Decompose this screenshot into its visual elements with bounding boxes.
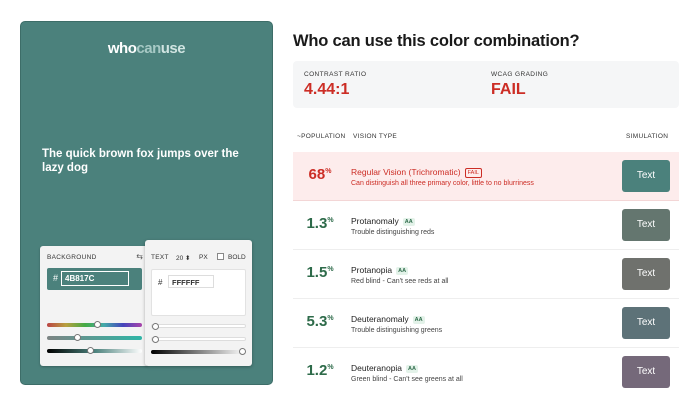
percent-value: 1.2 — [306, 362, 328, 379]
vision-name: Deuteranopia AA — [351, 363, 418, 373]
percent-value: 68 — [308, 166, 326, 183]
hash-symbol: # — [158, 278, 163, 287]
vision-row-deuteranopia: 1.2% Deuteranopia AA Green blind - Can't … — [293, 348, 679, 397]
percent-symbol: % — [325, 168, 332, 175]
vision-name: Protanopia AA — [351, 265, 409, 275]
simulation-swatch[interactable]: Text — [622, 356, 670, 388]
vision-description: Can distinguish all three primary color,… — [351, 180, 534, 187]
percent-value: 5.3 — [306, 313, 328, 330]
percent-symbol: % — [327, 266, 334, 273]
text-lightness-slider-knob[interactable] — [239, 348, 246, 355]
background-label: BACKGROUND — [47, 254, 97, 261]
simulation-swatch[interactable]: Text — [622, 258, 670, 290]
font-size-select[interactable]: 20 ⬍ — [176, 254, 190, 262]
text-color-card: TEXT 20 ⬍ PX BOLD # FFFFFF — [145, 240, 252, 366]
vision-row-deuteranomaly: 5.3% Deuteranomaly AA Trouble distinguish… — [293, 299, 679, 348]
population-column-header: ~POPULATION — [297, 133, 346, 140]
vision-type-column-header: VISION TYPE — [353, 133, 397, 140]
bold-checkbox[interactable] — [217, 253, 224, 260]
percent-symbol: % — [327, 315, 334, 322]
sample-text: The quick brown fox jumps over the lazy … — [42, 148, 239, 174]
vision-name-text: Protanomaly — [351, 216, 399, 226]
text-lightness-slider[interactable] — [151, 348, 246, 355]
text-saturation-slider[interactable] — [151, 336, 246, 343]
vision-name-text: Protanopia — [351, 265, 393, 275]
saturation-slider-knob[interactable] — [74, 334, 81, 341]
aa-badge: AA — [406, 365, 418, 373]
text-hue-slider-knob[interactable] — [152, 323, 159, 330]
vision-name: Regular Vision (Trichromatic) FAIL — [351, 167, 482, 178]
percent-symbol: % — [327, 364, 334, 371]
logo-can: can — [136, 40, 161, 57]
hash-symbol: # — [53, 273, 59, 283]
fail-badge: FAIL — [464, 168, 482, 178]
vision-name-text: Deuteranomaly — [351, 314, 409, 324]
population-percent: 1.2% — [293, 362, 347, 379]
percent-symbol: % — [327, 217, 334, 224]
text-hex-input[interactable]: FFFFFF — [168, 275, 214, 288]
vision-description: Trouble distinguishing greens — [351, 327, 443, 334]
wcag-grading-label: WCAG GRADING — [491, 71, 549, 78]
saturation-slider[interactable] — [47, 334, 142, 341]
hue-slider[interactable] — [47, 321, 142, 328]
vision-name: Protanomaly AA — [351, 216, 415, 226]
vision-row-protanopia: 1.5% Protanopia AA Red blind - Can't see … — [293, 250, 679, 299]
logo-who: who — [107, 40, 137, 57]
vision-name: Deuteranomaly AA — [351, 314, 425, 324]
text-saturation-slider-knob[interactable] — [152, 336, 159, 343]
lightness-slider[interactable] — [47, 347, 142, 354]
population-percent: 1.3% — [293, 215, 347, 232]
background-hex-input[interactable]: 4B817C — [61, 271, 129, 286]
vision-row-regular: 68% Regular Vision (Trichromatic) FAIL Ca… — [293, 152, 679, 201]
text-hex-box: # FFFFFF — [151, 269, 246, 316]
lightness-slider-knob[interactable] — [87, 347, 94, 354]
text-label: TEXT — [151, 254, 169, 261]
vision-name-text: Regular Vision (Trichromatic) — [351, 167, 461, 177]
simulation-column-header: SIMULATION — [626, 133, 669, 140]
contrast-stats-box: CONTRAST RATIO 4.44:1 WCAG GRADING FAIL — [293, 61, 679, 108]
page: whocanuse The quick brown fox jumps over… — [0, 0, 700, 397]
text-hue-slider[interactable] — [151, 323, 246, 330]
simulation-swatch[interactable]: Text — [622, 160, 670, 192]
background-hex-box: # 4B817C — [47, 268, 142, 290]
contrast-ratio-value: 4.44:1 — [304, 81, 350, 98]
vision-description: Green blind - Can't see greens at all — [351, 376, 463, 383]
aa-badge: AA — [402, 218, 415, 226]
population-percent: 5.3% — [293, 313, 347, 330]
bold-label: BOLD — [228, 254, 246, 261]
swap-arrows-icon[interactable]: ⇆ — [136, 252, 143, 261]
aa-badge: AA — [412, 316, 425, 324]
background-color-card: BACKGROUND ⇆ # 4B817C — [40, 246, 149, 366]
font-size-unit: PX — [199, 254, 208, 261]
simulation-swatch[interactable]: Text — [622, 307, 670, 339]
logo[interactable]: whocanuse — [21, 40, 272, 57]
page-title: Who can use this color combination? — [293, 32, 580, 50]
vision-name-text: Deuteranopia — [351, 363, 403, 373]
population-percent: 1.5% — [293, 264, 347, 281]
aa-badge: AA — [396, 267, 409, 275]
hue-slider-knob[interactable] — [94, 321, 101, 328]
vision-description: Red blind - Can't see reds at all — [351, 278, 449, 285]
contrast-ratio-label: CONTRAST RATIO — [304, 71, 367, 78]
vision-description: Trouble distinguishing reds — [351, 229, 435, 236]
wcag-grading-value: FAIL — [491, 81, 526, 98]
vision-row-protanomaly: 1.3% Protanomaly AA Trouble distinguishin… — [293, 201, 679, 250]
logo-use: use — [160, 40, 186, 57]
simulation-swatch[interactable]: Text — [622, 209, 670, 241]
percent-value: 1.5 — [306, 264, 328, 281]
percent-value: 1.3 — [306, 215, 328, 232]
population-percent: 68% — [293, 166, 347, 183]
